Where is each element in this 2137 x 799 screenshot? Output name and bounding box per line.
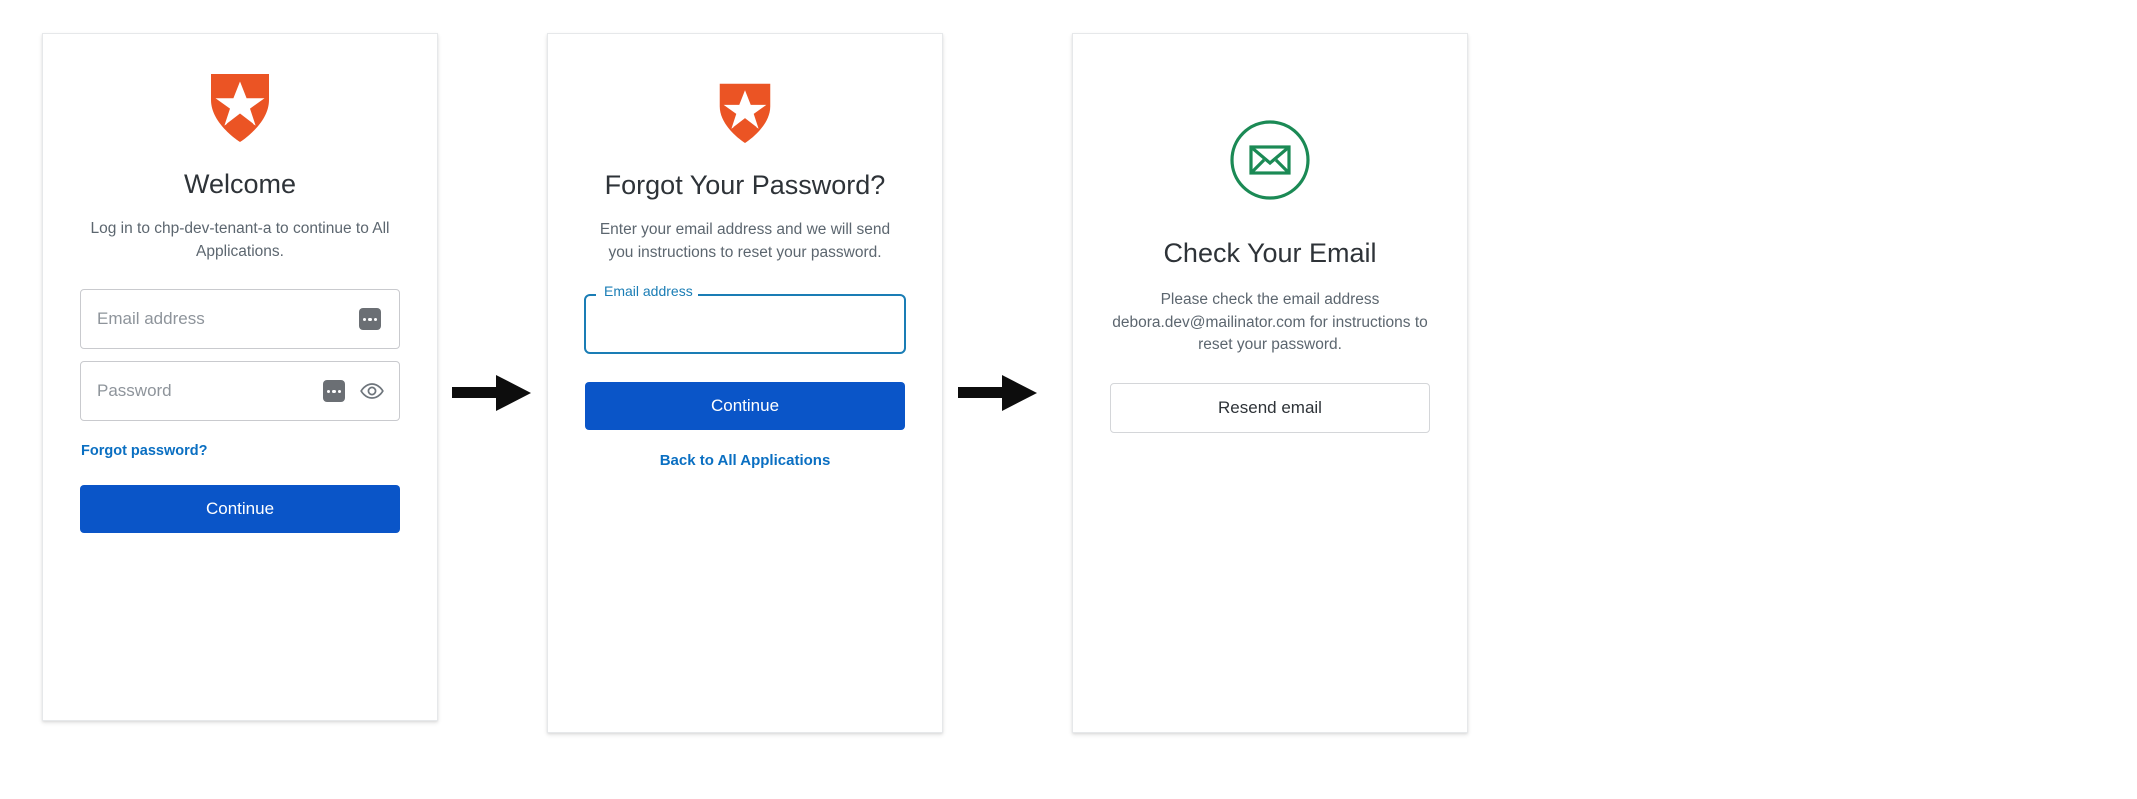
page-title: Welcome [183,169,297,199]
page-title: Forgot Your Password? [604,170,886,200]
auth0-logo [209,72,271,142]
eye-icon[interactable] [359,378,385,404]
login-card: Welcome Log in to chp-dev-tenant-a to co… [42,33,438,721]
login-form: Email address Password [80,289,400,433]
email-placeholder: Email address [97,309,205,329]
auth0-shield-icon [719,83,771,143]
email-field[interactable]: Email address [80,289,400,350]
envelope-in-circle-icon [1230,120,1310,200]
forgot-subtitle: Enter your email address and we will sen… [599,220,891,261]
arrow-forgot-to-check-icon [958,375,1037,411]
password-field[interactable]: Password [80,361,400,422]
check-email-subtitle: Please check the email address debora.de… [1112,290,1428,354]
continue-button[interactable]: Continue [585,382,905,431]
autofill-icon[interactable] [359,308,381,331]
back-to-applications-link[interactable]: Back to All Applications [660,452,831,469]
auth0-logo [718,82,772,143]
flow-diagram: Welcome Log in to chp-dev-tenant-a to co… [0,0,2137,799]
autofill-icon[interactable] [323,380,345,403]
forgot-password-link[interactable]: Forgot password? [81,443,207,459]
check-email-card: Check Your Email Please check the email … [1072,33,1468,733]
continue-button[interactable]: Continue [80,485,400,534]
arrow-login-to-forgot-icon [452,375,531,411]
email-input[interactable] [586,296,904,353]
page-title: Check Your Email [1163,238,1377,268]
login-subtitle: Log in to chp-dev-tenant-a to continue t… [90,219,390,260]
forgot-password-card: Forgot Your Password? Enter your email a… [547,33,943,733]
email-field[interactable]: Email address [584,284,906,355]
password-placeholder: Password [97,381,172,401]
resend-email-button[interactable]: Resend email [1110,383,1430,434]
status-badge [1228,118,1312,207]
auth0-shield-icon [211,74,269,142]
